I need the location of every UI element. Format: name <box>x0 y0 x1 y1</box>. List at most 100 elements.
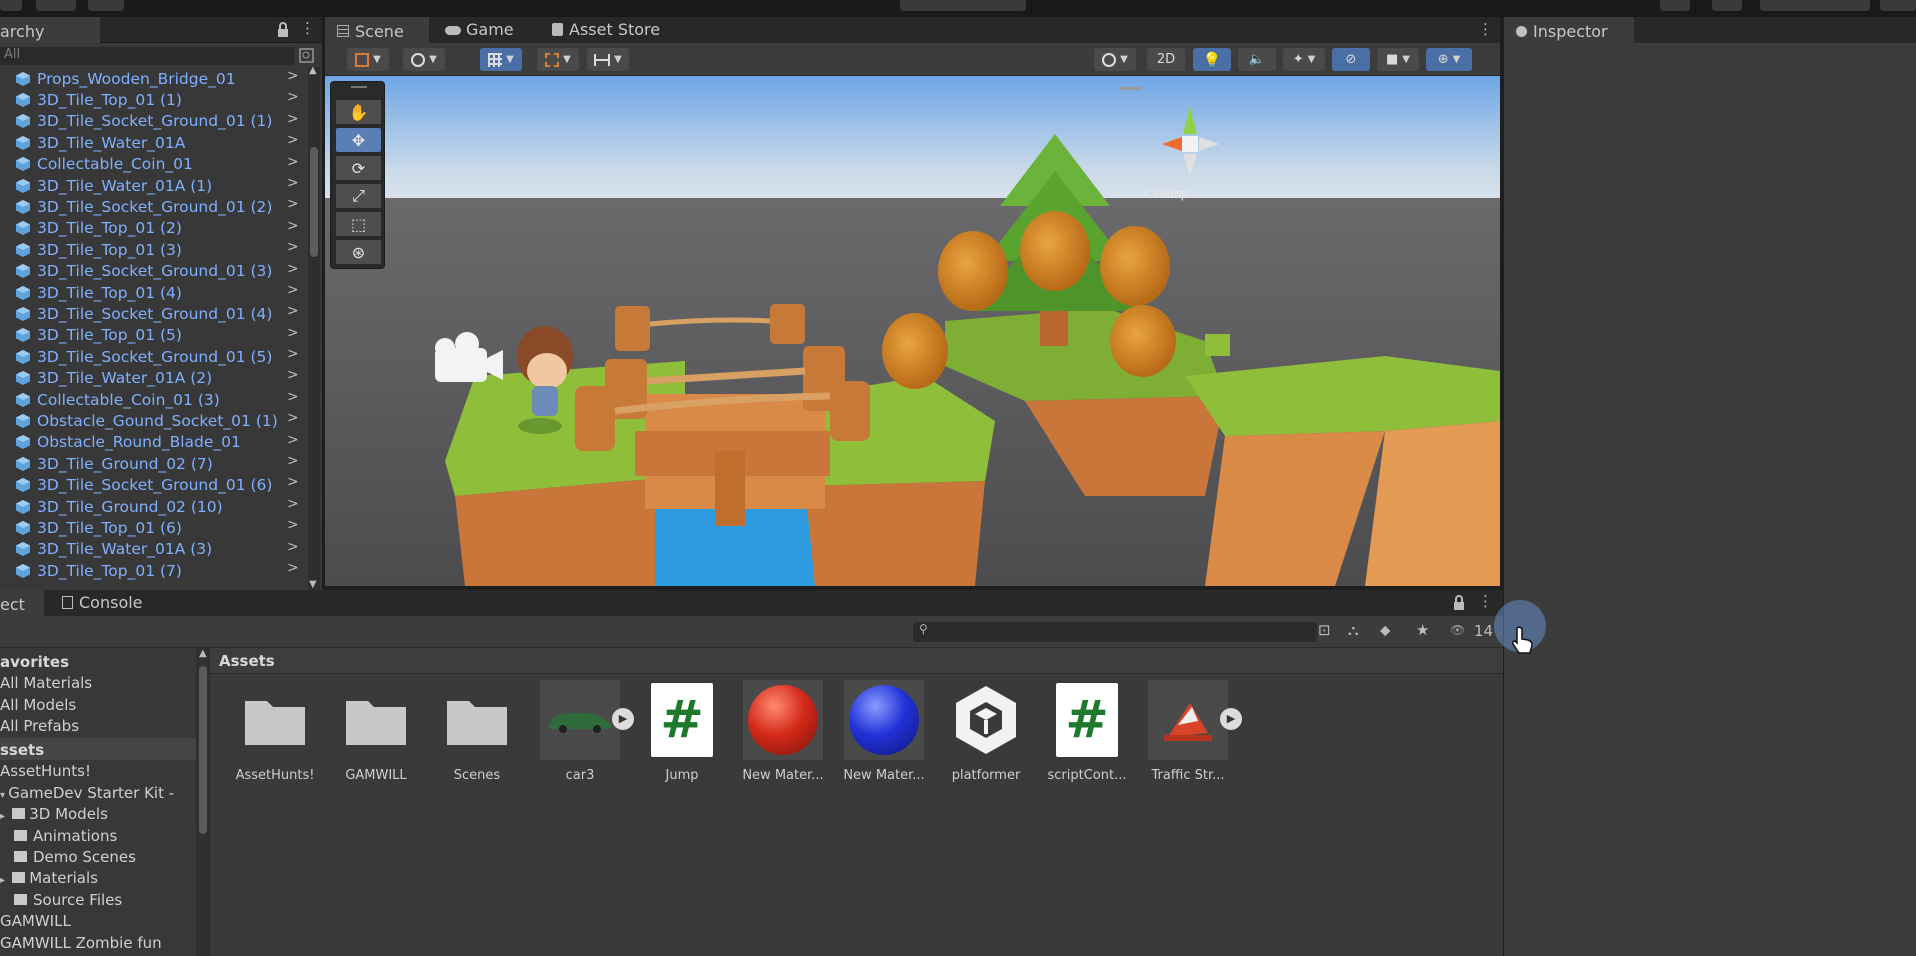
hierarchy-item[interactable]: 3D_Tile_Top_01 (2) > <box>0 218 308 239</box>
move-tool-button[interactable]: ✥ <box>336 128 381 152</box>
favorites-header[interactable]: avorites <box>0 653 69 671</box>
chevron-right-icon[interactable]: > <box>287 282 299 298</box>
asset-folder[interactable]: AssetHunts! <box>217 680 317 800</box>
history-chip[interactable] <box>1660 0 1690 11</box>
chevron-right-icon[interactable]: > <box>287 517 299 533</box>
lock-icon[interactable] <box>276 22 290 38</box>
hierarchy-item[interactable]: 3D_Tile_Top_01 (5) > <box>0 325 308 346</box>
chevron-right-icon[interactable]: > <box>287 68 299 84</box>
play-controls[interactable] <box>900 0 1026 11</box>
asset-material[interactable]: New Mater... <box>826 680 926 800</box>
search-options-icon[interactable] <box>299 48 315 64</box>
expand-prefab-icon[interactable]: ▶ <box>1220 708 1242 730</box>
hierarchy-item[interactable]: 3D_Tile_Ground_02 (10) > <box>0 496 308 517</box>
project-tree-scrollbar[interactable]: ▲ <box>196 648 210 956</box>
scroll-down-arrow-icon[interactable]: ▼ <box>309 579 317 590</box>
layout-dropdown[interactable] <box>1880 0 1916 11</box>
chevron-right-icon[interactable]: > <box>287 154 299 170</box>
favorite-star-icon[interactable]: ★ <box>1416 621 1429 639</box>
hierarchy-item[interactable]: 3D_Tile_Water_01A (1) > <box>0 175 308 196</box>
chevron-right-icon[interactable]: > <box>287 453 299 469</box>
folder-item[interactable]: Demo Scenes <box>14 848 136 866</box>
hierarchy-item[interactable]: Collectable_Coin_01 (3) > <box>0 389 308 410</box>
hierarchy-item[interactable]: 3D_Tile_Socket_Ground_01 (3) > <box>0 261 308 282</box>
draw-mode-dropdown[interactable]: ▼ <box>347 48 389 71</box>
tab-game[interactable]: Game <box>433 17 533 43</box>
hierarchy-item[interactable]: 3D_Tile_Socket_Ground_01 (5) > <box>0 346 308 367</box>
folder-item[interactable]: GAMWILL <box>0 912 71 930</box>
chevron-right-icon[interactable]: > <box>287 218 299 234</box>
asset-prefab[interactable]: ▶ Traffic Str... <box>1130 680 1242 800</box>
folder-item[interactable]: Source Files <box>14 891 122 909</box>
assets-breadcrumb[interactable]: Assets <box>210 648 1503 674</box>
rotate-tool-button[interactable]: ⟳ <box>336 156 381 180</box>
eye-icon[interactable]: 👁 <box>1450 623 1465 637</box>
grid-snap-dropdown[interactable]: ▼ <box>480 48 522 71</box>
asset-material[interactable]: New Mater... <box>725 680 825 800</box>
effects-dropdown[interactable]: ✦ ▼ <box>1283 48 1325 71</box>
project-search-input[interactable]: ⚲ <box>913 622 1317 642</box>
scroll-up-arrow-icon[interactable]: ▲ <box>199 648 207 659</box>
chevron-right-icon[interactable]: > <box>287 132 299 148</box>
chevron-right-icon[interactable]: > <box>287 346 299 362</box>
asset-script[interactable]: # Jump <box>624 680 724 800</box>
menu-chip[interactable] <box>0 0 22 11</box>
kebab-menu-icon[interactable]: ⋮ <box>1478 592 1493 610</box>
chevron-right-icon[interactable]: > <box>287 261 299 277</box>
chevron-right-icon[interactable]: > <box>287 111 299 127</box>
scene-kebab-menu-icon[interactable]: ⋮ <box>1478 20 1493 38</box>
chevron-right-icon[interactable]: > <box>287 196 299 212</box>
tree-scroll-thumb[interactable] <box>199 666 207 834</box>
hierarchy-item[interactable]: 3D_Tile_Socket_Ground_01 (4) > <box>0 303 308 324</box>
tab-inspector[interactable]: Inspector <box>1504 17 1634 43</box>
search-by-type-icon[interactable]: ⊡ <box>1318 621 1331 639</box>
chevron-right-icon[interactable]: > <box>287 474 299 490</box>
perspective-label[interactable]: < Persp <box>1143 186 1188 201</box>
asset-script[interactable]: # scriptCont... <box>1029 680 1129 800</box>
hierarchy-item[interactable]: 3D_Tile_Socket_Ground_01 (2) > <box>0 196 308 217</box>
kebab-menu-icon[interactable]: ⋮ <box>300 19 315 37</box>
chevron-right-icon[interactable]: > <box>287 175 299 191</box>
hand-tool-button[interactable]: ✋ <box>336 100 381 124</box>
label-tag-icon[interactable]: ⬥ <box>1380 621 1391 639</box>
gizmos-dropdown[interactable]: ⊕ ▼ <box>1426 48 1472 71</box>
hierarchy-scroll-thumb[interactable] <box>310 147 318 257</box>
cloud-chip[interactable] <box>88 0 124 11</box>
favorite-item[interactable]: All Models <box>0 696 76 714</box>
lighting-toggle[interactable]: 💡 <box>1193 48 1231 71</box>
chevron-right-icon[interactable]: > <box>287 89 299 105</box>
hierarchy-item[interactable]: 3D_Tile_Water_01A (3) > <box>0 539 308 560</box>
folder-item[interactable]: Animations <box>14 827 117 845</box>
hierarchy-item[interactable]: 3D_Tile_Top_01 (6) > <box>0 517 308 538</box>
chevron-right-icon[interactable]: > <box>287 325 299 341</box>
scene-viewport[interactable]: < Persp <box>325 76 1500 586</box>
tab-project[interactable]: ect <box>0 590 44 616</box>
search-chip[interactable] <box>1712 0 1742 11</box>
favorite-item[interactable]: All Materials <box>0 674 92 692</box>
hierarchy-item[interactable]: 3D_Tile_Water_01A (2) > <box>0 367 308 388</box>
hierarchy-item[interactable]: 3D_Tile_Socket_Ground_01 (6) > <box>0 474 308 495</box>
lock-icon[interactable] <box>1452 595 1466 611</box>
assets-root-header[interactable]: ssets <box>0 741 44 759</box>
transform-tool-button[interactable]: ⊛ <box>336 240 381 264</box>
chevron-right-icon[interactable]: > <box>287 303 299 319</box>
folder-item[interactable]: ▸ 3D Models <box>0 805 108 823</box>
layers-dropdown[interactable] <box>1760 0 1870 11</box>
toggle-2d-button[interactable]: 2D <box>1147 48 1185 71</box>
hierarchy-item[interactable]: 3D_Tile_Top_01 (4) > <box>0 282 308 303</box>
hierarchy-item[interactable]: 3D_Tile_Water_01A > <box>0 132 308 153</box>
align-dropdown[interactable]: ▼ <box>587 48 629 71</box>
chevron-right-icon[interactable]: > <box>287 239 299 255</box>
asset-folder[interactable]: Scenes <box>419 680 519 800</box>
hidden-objects-toggle[interactable]: ⊘ <box>1332 48 1370 71</box>
audio-toggle[interactable]: 🔈 <box>1238 48 1276 71</box>
palette-drag-handle[interactable] <box>351 86 367 88</box>
scale-tool-button[interactable]: ⤢ <box>336 184 381 208</box>
folder-item-expanded[interactable]: ▾ GameDev Starter Kit - <box>0 784 174 802</box>
hierarchy-item[interactable]: Obstacle_Gound_Socket_01 (1) > <box>0 410 308 431</box>
hierarchy-scrollbar[interactable]: ▲ ▼ <box>308 65 320 592</box>
hierarchy-item[interactable]: 3D_Tile_Socket_Ground_01 (1) > <box>0 111 308 132</box>
hierarchy-item[interactable]: 3D_Tile_Top_01 (7) > <box>0 560 308 581</box>
chevron-right-icon[interactable]: > <box>287 496 299 512</box>
asset-scene[interactable]: platformer <box>928 680 1028 800</box>
